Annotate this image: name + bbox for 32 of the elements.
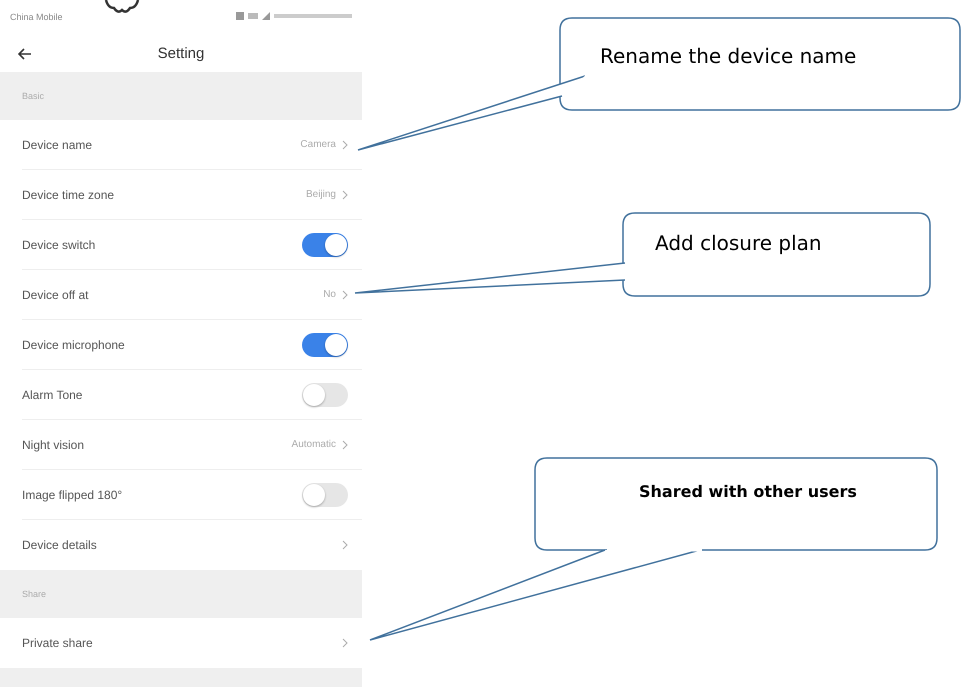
chevron-right-icon[interactable]	[342, 290, 348, 300]
setting-value: Automatic	[292, 439, 336, 450]
section-title: Share	[22, 589, 46, 599]
back-arrow-icon[interactable]	[18, 48, 32, 60]
callout-text: Add closure plan	[655, 231, 822, 255]
chevron-right-icon[interactable]	[342, 638, 348, 648]
toggle-switch[interactable]	[302, 382, 348, 406]
callout-text: Rename the device name	[600, 44, 856, 68]
setting-label: Device microphone	[22, 338, 125, 352]
chevron-right-icon[interactable]	[342, 140, 348, 150]
toggle-switch[interactable]	[302, 482, 348, 506]
carrier-name: China Mobile	[10, 12, 63, 22]
setting-label: Device switch	[22, 238, 96, 252]
page-title: Setting	[158, 45, 204, 62]
setting-label: Device off at	[22, 288, 88, 302]
chevron-right-icon[interactable]	[342, 440, 348, 450]
setting-label: Alarm Tone	[22, 388, 82, 402]
chevron-right-icon[interactable]	[342, 190, 348, 200]
setting-value: Beijing	[306, 189, 336, 200]
setting-label: Image flipped 180°	[22, 488, 122, 502]
setting-value: Camera	[300, 139, 336, 150]
toggle-switch[interactable]	[302, 232, 348, 256]
setting-value: No	[323, 289, 336, 300]
toggle-switch[interactable]	[302, 332, 348, 356]
section-title: Basic	[22, 91, 44, 101]
setting-label: Device time zone	[22, 188, 114, 202]
setting-label: Device name	[22, 138, 92, 152]
callout-text: Shared with other users	[639, 482, 857, 501]
setting-label: Device details	[22, 538, 97, 552]
setting-label: Private share	[22, 636, 93, 650]
setting-label: Night vision	[22, 438, 84, 452]
chevron-right-icon[interactable]	[342, 540, 348, 550]
